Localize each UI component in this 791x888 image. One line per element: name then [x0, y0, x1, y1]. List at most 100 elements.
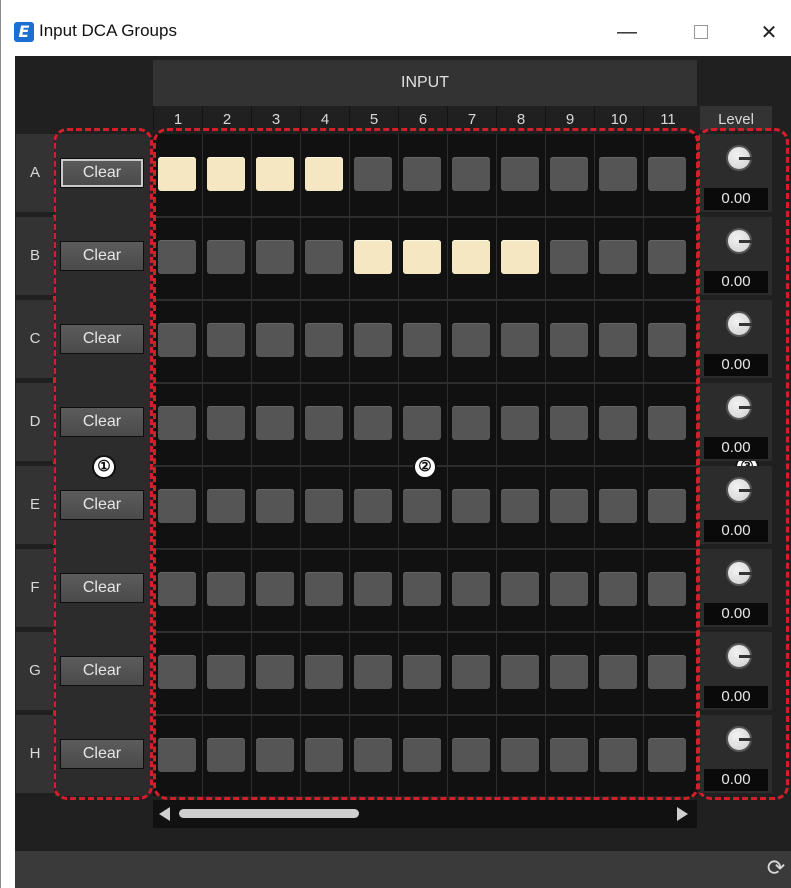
clear-button[interactable]: Clear: [60, 158, 144, 188]
dca-assign-toggle-on[interactable]: [256, 157, 294, 191]
dca-assign-toggle-off[interactable]: [256, 655, 294, 689]
dca-assign-toggle-off[interactable]: [501, 572, 539, 606]
clear-button[interactable]: Clear: [60, 656, 144, 686]
dca-assign-toggle-off[interactable]: [550, 406, 588, 440]
dca-assign-toggle-on[interactable]: [501, 240, 539, 274]
dca-assign-toggle-on[interactable]: [452, 240, 490, 274]
dca-assign-toggle-off[interactable]: [599, 489, 637, 523]
dca-assign-toggle-off[interactable]: [648, 323, 686, 357]
dca-assign-toggle-off[interactable]: [354, 489, 392, 523]
level-knob[interactable]: [726, 394, 752, 420]
level-knob[interactable]: [726, 228, 752, 254]
clear-button[interactable]: Clear: [60, 739, 144, 769]
dca-assign-toggle-off[interactable]: [158, 489, 196, 523]
dca-assign-toggle-off[interactable]: [501, 157, 539, 191]
dca-assign-toggle-off[interactable]: [403, 406, 441, 440]
dca-assign-toggle-off[interactable]: [256, 489, 294, 523]
dca-assign-toggle-off[interactable]: [207, 572, 245, 606]
dca-assign-toggle-off[interactable]: [158, 572, 196, 606]
dca-assign-toggle-off[interactable]: [354, 738, 392, 772]
dca-assign-toggle-off[interactable]: [207, 489, 245, 523]
dca-assign-toggle-off[interactable]: [403, 738, 441, 772]
dca-assign-toggle-on[interactable]: [158, 157, 196, 191]
level-value[interactable]: 0.00: [704, 520, 768, 542]
dca-assign-toggle-off[interactable]: [158, 240, 196, 274]
clear-button[interactable]: Clear: [60, 407, 144, 437]
dca-assign-toggle-off[interactable]: [550, 489, 588, 523]
dca-assign-toggle-off[interactable]: [648, 406, 686, 440]
dca-assign-toggle-off[interactable]: [403, 572, 441, 606]
dca-assign-toggle-off[interactable]: [501, 655, 539, 689]
clear-button[interactable]: Clear: [60, 241, 144, 271]
dca-assign-toggle-off[interactable]: [550, 157, 588, 191]
dca-assign-toggle-off[interactable]: [305, 738, 343, 772]
dca-assign-toggle-off[interactable]: [158, 323, 196, 357]
dca-assign-toggle-off[interactable]: [648, 572, 686, 606]
dca-assign-toggle-off[interactable]: [452, 323, 490, 357]
dca-assign-toggle-off[interactable]: [452, 655, 490, 689]
clear-button[interactable]: Clear: [60, 490, 144, 520]
dca-assign-toggle-off[interactable]: [452, 572, 490, 606]
dca-assign-toggle-off[interactable]: [256, 738, 294, 772]
dca-assign-toggle-off[interactable]: [158, 738, 196, 772]
dca-assign-toggle-on[interactable]: [403, 240, 441, 274]
dca-assign-toggle-off[interactable]: [599, 240, 637, 274]
minimize-button[interactable]: —: [604, 14, 650, 50]
arrow-right-icon[interactable]: [677, 807, 688, 821]
dca-assign-toggle-off[interactable]: [550, 572, 588, 606]
dca-assign-toggle-off[interactable]: [599, 157, 637, 191]
dca-assign-toggle-off[interactable]: [256, 240, 294, 274]
arrow-left-icon[interactable]: [159, 807, 170, 821]
dca-assign-toggle-off[interactable]: [354, 157, 392, 191]
refresh-icon[interactable]: ⟳: [763, 856, 789, 882]
dca-assign-toggle-off[interactable]: [403, 157, 441, 191]
level-knob[interactable]: [726, 477, 752, 503]
level-value[interactable]: 0.00: [704, 271, 768, 293]
level-value[interactable]: 0.00: [704, 188, 768, 210]
dca-assign-toggle-off[interactable]: [599, 572, 637, 606]
dca-assign-toggle-on[interactable]: [354, 240, 392, 274]
dca-assign-toggle-off[interactable]: [207, 323, 245, 357]
dca-assign-toggle-off[interactable]: [648, 738, 686, 772]
level-knob[interactable]: [726, 643, 752, 669]
dca-assign-toggle-off[interactable]: [501, 738, 539, 772]
dca-assign-toggle-off[interactable]: [599, 738, 637, 772]
level-value[interactable]: 0.00: [704, 686, 768, 708]
dca-assign-toggle-off[interactable]: [452, 489, 490, 523]
dca-assign-toggle-off[interactable]: [305, 655, 343, 689]
dca-assign-toggle-off[interactable]: [305, 489, 343, 523]
dca-assign-toggle-off[interactable]: [305, 240, 343, 274]
level-knob[interactable]: [726, 311, 752, 337]
dca-assign-toggle-off[interactable]: [599, 323, 637, 357]
dca-assign-toggle-off[interactable]: [452, 738, 490, 772]
dca-assign-toggle-off[interactable]: [452, 157, 490, 191]
dca-assign-toggle-off[interactable]: [403, 489, 441, 523]
dca-assign-toggle-off[interactable]: [256, 406, 294, 440]
scroll-thumb[interactable]: [179, 809, 359, 818]
clear-button[interactable]: Clear: [60, 573, 144, 603]
dca-assign-toggle-off[interactable]: [207, 655, 245, 689]
dca-assign-toggle-off[interactable]: [256, 323, 294, 357]
level-knob[interactable]: [726, 145, 752, 171]
dca-assign-toggle-off[interactable]: [354, 406, 392, 440]
dca-assign-toggle-off[interactable]: [501, 323, 539, 357]
dca-assign-toggle-off[interactable]: [207, 738, 245, 772]
close-button[interactable]: ✕: [746, 14, 791, 50]
dca-assign-toggle-off[interactable]: [599, 655, 637, 689]
level-value[interactable]: 0.00: [704, 603, 768, 625]
dca-assign-toggle-off[interactable]: [648, 489, 686, 523]
dca-assign-toggle-off[interactable]: [550, 655, 588, 689]
dca-assign-toggle-off[interactable]: [501, 489, 539, 523]
dca-assign-toggle-off[interactable]: [305, 406, 343, 440]
dca-assign-toggle-off[interactable]: [648, 655, 686, 689]
level-value[interactable]: 0.00: [704, 354, 768, 376]
horizontal-scrollbar[interactable]: [153, 800, 697, 828]
level-knob[interactable]: [726, 726, 752, 752]
dca-assign-toggle-off[interactable]: [452, 406, 490, 440]
dca-assign-toggle-on[interactable]: [305, 157, 343, 191]
dca-assign-toggle-off[interactable]: [403, 323, 441, 357]
dca-assign-toggle-off[interactable]: [550, 323, 588, 357]
dca-assign-toggle-off[interactable]: [305, 323, 343, 357]
level-value[interactable]: 0.00: [704, 769, 768, 791]
dca-assign-toggle-off[interactable]: [207, 406, 245, 440]
